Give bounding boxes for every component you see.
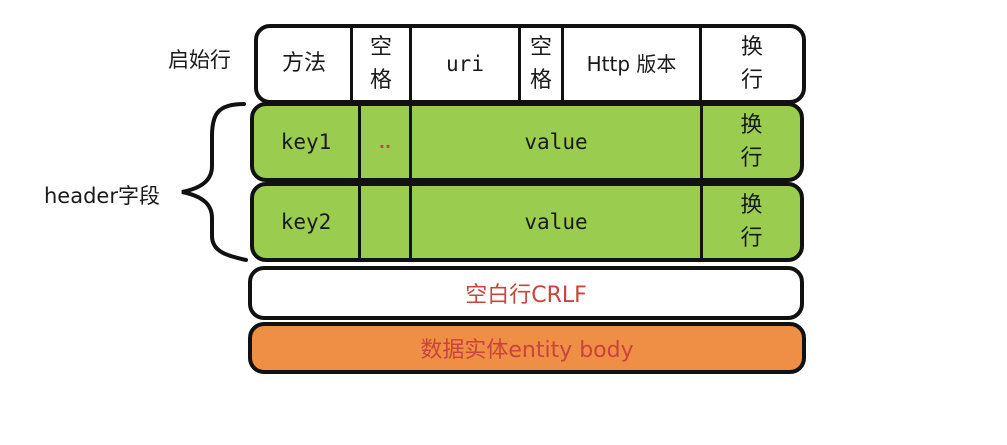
header-newline-cell: 换 行 [703, 106, 800, 178]
header-key: key1 [280, 130, 332, 154]
space1-char1: 空 [369, 35, 392, 60]
header-fields-label: header字段 [44, 184, 160, 208]
blank-line-text: 空白行CRLF [465, 283, 587, 308]
header-newline-char1: 换 [740, 113, 763, 138]
header-brace-icon [181, 102, 248, 262]
entity-body-row: 数据实体entity body [248, 322, 806, 374]
space1-char2: 格 [369, 68, 392, 93]
start-newline-cell: 换 行 [702, 28, 802, 100]
header-row-2: key2 value 换 行 [250, 182, 804, 262]
header-sep-cell: .. [361, 106, 409, 178]
header-value-cell: value [412, 106, 700, 178]
start-line-label: 启始行 [168, 48, 231, 72]
header-key-cell: key2 [254, 186, 358, 258]
space2-char2: 格 [529, 68, 552, 93]
header-newline-char2: 行 [740, 226, 763, 251]
uri-text: uri [446, 52, 484, 76]
entity-body-cell: 数据实体entity body [252, 326, 802, 370]
header-key-cell: key1 [254, 106, 358, 178]
space2-char1: 空 [529, 35, 552, 60]
uri-cell: uri [412, 28, 518, 100]
header-value: value [524, 130, 588, 154]
header-newline-char2: 行 [740, 146, 763, 171]
header-row-1: key1 .. value 换 行 [250, 102, 804, 182]
method-text: 方法 [281, 51, 326, 76]
version-text: Http 版本 [586, 52, 677, 76]
space1-cell: 空 格 [353, 28, 409, 100]
header-key: key2 [280, 210, 332, 234]
header-value: value [524, 210, 588, 234]
header-newline-char1: 换 [740, 193, 763, 218]
header-sep: .. [378, 132, 392, 152]
start-newline-char2: 行 [740, 68, 763, 93]
blank-line-row: 空白行CRLF [248, 266, 804, 320]
header-newline-cell: 换 行 [703, 186, 800, 258]
version-cell: Http 版本 [564, 28, 699, 100]
entity-body-text: 数据实体entity body [420, 338, 634, 363]
method-cell: 方法 [258, 28, 350, 100]
start-newline-char1: 换 [740, 35, 763, 60]
header-value-cell: value [412, 186, 700, 258]
blank-line-cell: 空白行CRLF [252, 270, 800, 316]
space2-cell: 空 格 [521, 28, 561, 100]
start-line-row: 方法 空 格 uri 空 格 Http 版本 换 行 [254, 24, 806, 104]
header-sep-cell [361, 186, 409, 258]
